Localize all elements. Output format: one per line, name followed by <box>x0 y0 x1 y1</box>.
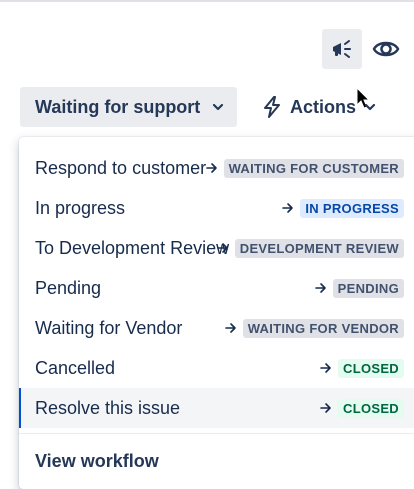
status-button-label: Waiting for support <box>35 96 201 117</box>
transition-target: WAITING FOR CUSTOMER <box>205 158 404 178</box>
chevron-down-icon <box>364 101 376 113</box>
top-border <box>0 0 414 2</box>
transition-label: Resolve this issue <box>35 397 181 418</box>
status-dropdown-button[interactable]: Waiting for support <box>20 87 237 127</box>
transition-label: In progress <box>35 197 126 218</box>
status-lozenge: CLOSED <box>338 358 404 378</box>
transition-label: Respond to customer <box>35 157 207 178</box>
arrow-right-icon <box>224 322 237 334</box>
actions-button[interactable]: Actions <box>262 87 382 127</box>
status-lozenge: PENDING <box>332 278 404 298</box>
transition-item[interactable]: Waiting for Vendor WAITING FOR VENDOR <box>19 308 414 348</box>
menu-divider <box>19 433 414 434</box>
transition-item[interactable]: To Development Review DEVELOPMENT REVIEW <box>19 228 414 268</box>
arrow-right-icon <box>282 202 294 214</box>
lightning-bolt-icon <box>262 96 282 118</box>
chevron-down-icon <box>212 101 224 113</box>
transition-item[interactable]: Respond to customer WAITING FOR CUSTOMER <box>19 148 414 188</box>
transition-label: To Development Review <box>35 237 230 258</box>
status-lozenge: WAITING FOR VENDOR <box>242 318 404 338</box>
transition-target: IN PROGRESS <box>282 198 404 218</box>
arrow-right-icon <box>205 162 218 174</box>
transition-item-selected[interactable]: Resolve this issue CLOSED <box>19 388 414 428</box>
transition-label: Pending <box>35 277 102 298</box>
view-workflow-link[interactable]: View workflow <box>35 451 159 472</box>
announcements-button[interactable] <box>322 29 362 69</box>
transition-menu: Respond to customer WAITING FOR CUSTOMER… <box>19 137 414 489</box>
transition-item[interactable]: Pending PENDING <box>19 268 414 308</box>
arrow-right-icon <box>314 282 327 294</box>
arrow-right-icon <box>216 242 229 254</box>
arrow-right-icon <box>320 362 332 374</box>
actions-button-label: Actions <box>290 96 357 117</box>
transition-target: WAITING FOR VENDOR <box>224 318 404 338</box>
status-lozenge: DEVELOPMENT REVIEW <box>234 238 404 258</box>
transition-target: CLOSED <box>320 358 404 378</box>
status-lozenge: CLOSED <box>338 398 404 418</box>
status-lozenge: IN PROGRESS <box>300 198 404 218</box>
eye-icon <box>372 35 400 63</box>
transition-target: CLOSED <box>320 398 404 418</box>
arrow-right-icon <box>320 402 332 414</box>
watch-button[interactable] <box>370 29 402 69</box>
transition-item[interactable]: Cancelled CLOSED <box>19 348 414 388</box>
transition-label: Cancelled <box>35 357 116 378</box>
transition-target: DEVELOPMENT REVIEW <box>216 238 404 258</box>
transition-target: PENDING <box>314 278 404 298</box>
transition-label: Waiting for Vendor <box>35 317 183 338</box>
status-lozenge: WAITING FOR CUSTOMER <box>223 158 404 178</box>
megaphone-icon <box>330 37 354 61</box>
transition-item[interactable]: In progress IN PROGRESS <box>19 188 414 228</box>
